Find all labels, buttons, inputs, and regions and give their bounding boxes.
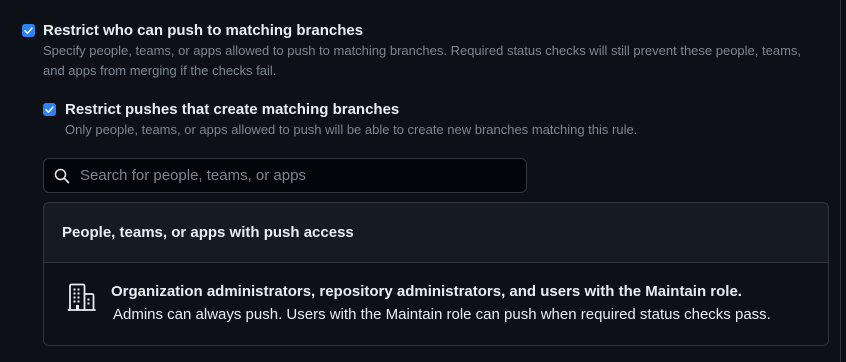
restrict-push-checkbox[interactable] (22, 24, 35, 37)
restrict-push-description-line1: Specify people, teams, or apps allowed t… (43, 43, 802, 58)
push-access-header: People, teams, or apps with push access (44, 203, 828, 263)
restrict-push-option: Restrict who can push to matching branch… (22, 21, 801, 81)
search-icon (54, 168, 70, 183)
push-access-item: Organization administrators, repository … (44, 263, 828, 345)
check-icon (45, 106, 54, 114)
restrict-create-label[interactable]: Restrict pushes that create matching bra… (65, 100, 637, 120)
search-placeholder: Search for people, teams, or apps (80, 167, 306, 184)
branch-protection-panel: Restrict who can push to matching branch… (0, 0, 841, 362)
restrict-create-checkbox[interactable] (43, 103, 56, 116)
push-access-item-title: Organization administrators, repository … (111, 283, 742, 300)
check-icon (24, 27, 33, 35)
restrict-create-description: Only people, teams, or apps allowed to p… (65, 122, 638, 137)
organization-icon (67, 283, 96, 311)
restrict-create-option: Restrict pushes that create matching bra… (43, 100, 637, 140)
push-access-item-description: Admins can always push. Users with the M… (113, 306, 771, 323)
restrict-push-description-line2: and apps from merging if the checks fail… (43, 63, 277, 78)
people-search-input[interactable]: Search for people, teams, or apps (43, 158, 527, 193)
restrict-push-label[interactable]: Restrict who can push to matching branch… (43, 21, 801, 41)
push-access-box: People, teams, or apps with push access … (43, 202, 829, 346)
